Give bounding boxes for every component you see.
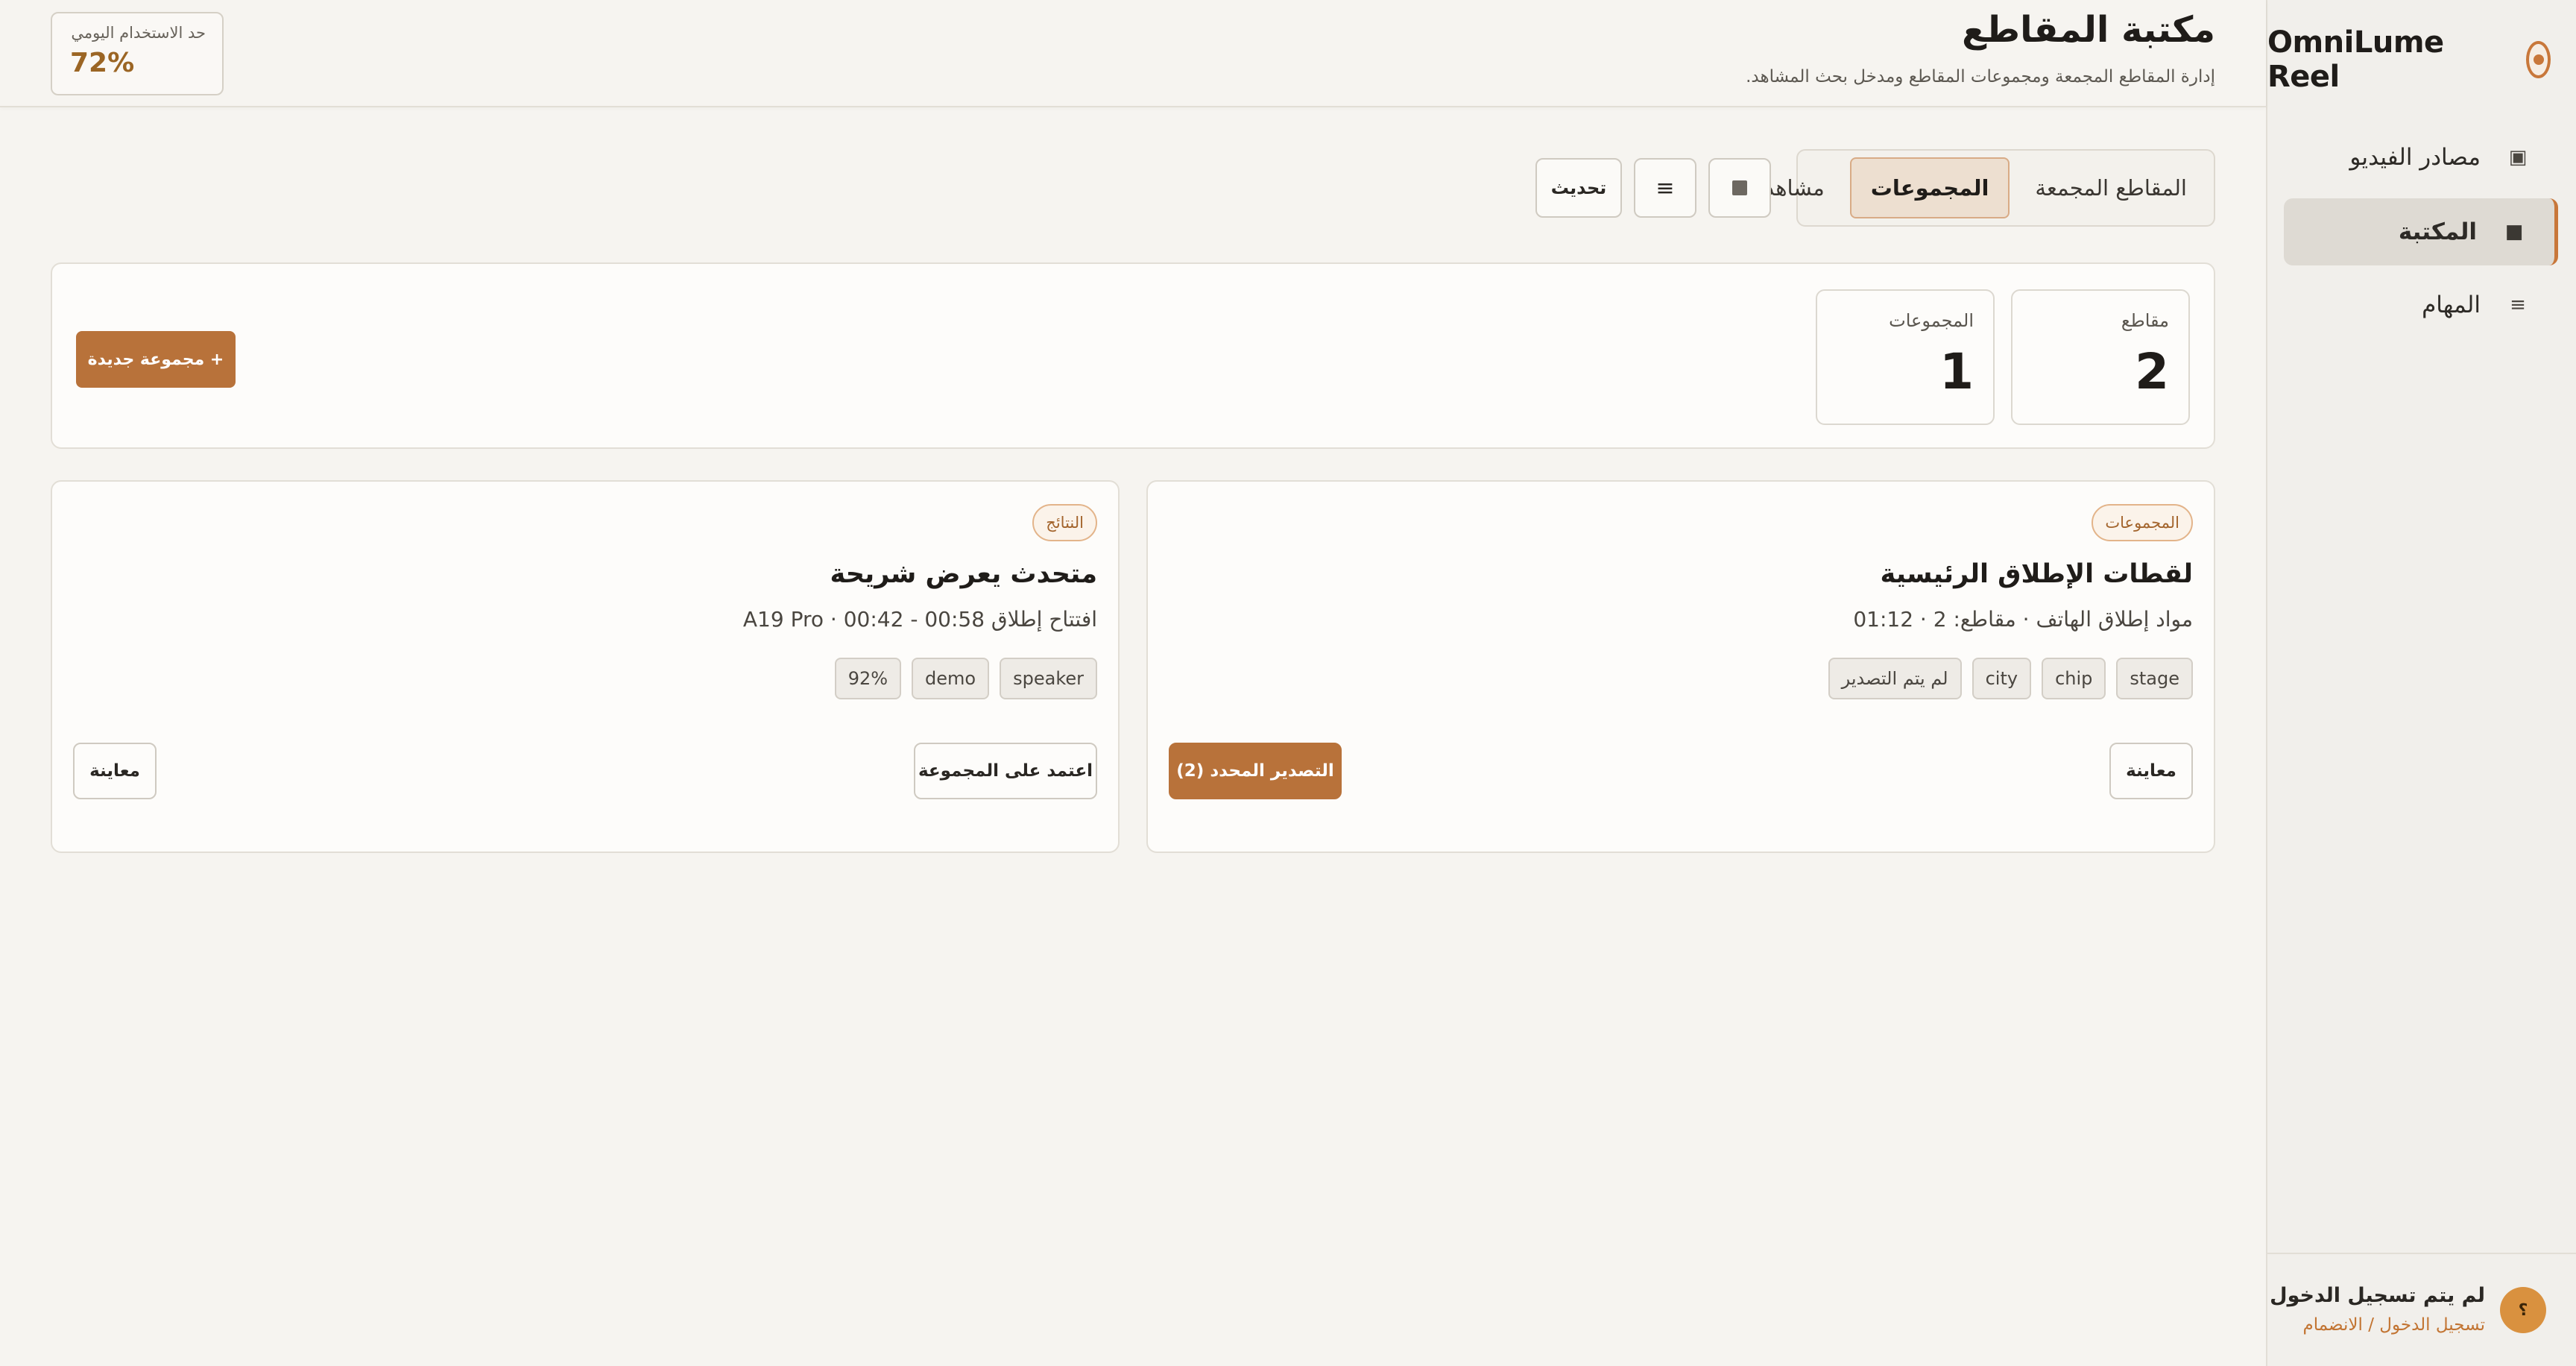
page-title: مكتبة المقاطع (1962, 9, 2215, 51)
avatar[interactable]: ؟ (2500, 1287, 2546, 1333)
page-subtitle: إدارة المقاطع المجمعة ومجموعات المقاطع و… (1746, 67, 2215, 86)
approve-to-group-button[interactable]: اعتمد على المجموعة (914, 743, 1097, 799)
preview-button[interactable]: معاينة (2109, 743, 2193, 799)
groups-stat-value: 1 (1939, 343, 1974, 400)
tag: demo (912, 658, 990, 699)
tag: chip (2042, 658, 2106, 699)
stats-panel: مقاطع 2 المجموعات 1 + مجموعة جديدة (51, 262, 2215, 449)
card-meta: مواد إطلاق الهاتف · مقاطع: 2 · 01:12 (1853, 607, 2193, 632)
grid-view-icon (1732, 180, 1747, 195)
tag: city (1972, 658, 2032, 699)
tab-collected-clips[interactable]: المقاطع المجمعة (2015, 157, 2206, 218)
user-status: لم يتم تسجيل الدخول (2270, 1284, 2485, 1307)
sidebar-item-label: مصادر الفيديو (2349, 144, 2481, 171)
group-card: المجموعات لقطات الإطلاق الرئيسية مواد إط… (1146, 480, 2215, 853)
usage-value: 72% (70, 48, 135, 78)
groups-stat-card: المجموعات 1 (1816, 289, 1995, 425)
preview-button[interactable]: معاينة (73, 743, 157, 799)
clips-stat-value: 2 (2135, 343, 2169, 400)
export-selected-button[interactable]: التصدير المحدد (2) (1169, 743, 1342, 799)
sidebar-item-label: المهام (2422, 292, 2481, 318)
match-score-tag: 92% (834, 658, 902, 699)
page-header: مكتبة المقاطع إدارة المقاطع المجمعة ومجم… (0, 0, 2266, 107)
brand[interactable]: OmniLume Reel (2267, 25, 2551, 94)
sidebar-item-tasks[interactable]: ≡ المهام (2284, 271, 2558, 339)
daily-usage-box: حد الاستخدام اليومي 72% (51, 12, 224, 95)
video-source-icon: ▣ (2508, 146, 2528, 169)
sidebar-item-label: المكتبة (2398, 218, 2477, 245)
tag: stage (2116, 658, 2193, 699)
card-badge: المجموعات (2092, 504, 2193, 541)
sidebar: OmniLume Reel ▣ مصادر الفيديو ■ المكتبة … (2266, 0, 2576, 1366)
card-meta: افتتاح إطلاق 00:58 - 00:42 · A19 Pro (742, 607, 1097, 632)
export-status-tag: لم يتم التصدير (1828, 658, 1962, 699)
card-title: متحدث يعرض شريحة (830, 559, 1097, 589)
refresh-button[interactable]: تحديث (1535, 158, 1622, 218)
user-panel: ؟ لم يتم تسجيل الدخول تسجيل الدخول / الا… (2267, 1253, 2576, 1366)
tag: speaker (1000, 658, 1097, 699)
card-badge: النتائج (1032, 504, 1097, 541)
new-group-button[interactable]: + مجموعة جديدة (76, 331, 236, 388)
list-view-button[interactable]: ≡ (1634, 158, 1696, 218)
brand-name: OmniLume Reel (2267, 25, 2444, 94)
tab-groups[interactable]: المجموعات (1849, 157, 2010, 218)
login-link[interactable]: تسجيل الدخول / الانضمام (2303, 1315, 2486, 1335)
tag-list: stage chip city لم يتم التصدير (1828, 658, 2193, 699)
sidebar-item-library[interactable]: ■ المكتبة (2284, 198, 2558, 265)
list-view-icon: ≡ (1655, 174, 1675, 201)
grid-view-button[interactable] (1708, 158, 1771, 218)
tasks-icon: ≡ (2510, 294, 2526, 316)
result-card: النتائج متحدث يعرض شريحة افتتاح إطلاق 00… (51, 480, 1120, 853)
view-tabs: المقاطع المجمعة المجموعات مشاهد (1764, 149, 2215, 227)
clips-stat-label: مقاطع (2121, 310, 2169, 331)
library-icon: ■ (2504, 221, 2524, 243)
sidebar-item-video-sources[interactable]: ▣ مصادر الفيديو (2284, 124, 2558, 191)
clips-stat-card: مقاطع 2 (2011, 289, 2190, 425)
tag-list: speaker demo 92% (834, 658, 1097, 699)
usage-label: حد الاستخدام اليومي (71, 24, 206, 42)
groups-stat-label: المجموعات (1889, 310, 1974, 331)
lens-icon (2526, 41, 2551, 78)
card-title: لقطات الإطلاق الرئيسية (1880, 559, 2193, 589)
